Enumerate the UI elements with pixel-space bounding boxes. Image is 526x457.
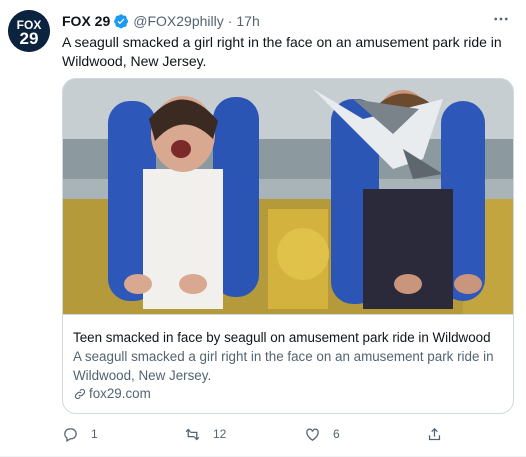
- tweet-header: FOX 29 @FOX29philly · 17h: [62, 12, 260, 30]
- card-description: A seagull smacked a girl right in the fa…: [73, 349, 494, 383]
- more-icon[interactable]: [490, 8, 512, 30]
- tweet-text: A seagull smacked a girl right in the fa…: [62, 34, 502, 69]
- card-domain[interactable]: fox29.com: [73, 386, 151, 401]
- card-domain-text: fox29.com: [89, 386, 151, 401]
- author-handle[interactable]: @FOX29philly: [133, 13, 223, 29]
- reply-icon: [64, 427, 77, 442]
- link-card[interactable]: Teen smacked in face by seagull on amuse…: [62, 78, 514, 414]
- tweet[interactable]: FOX 29 FOX 29 @FOX29philly · 17h A seagu…: [0, 0, 526, 457]
- tweet-actions: 1 12 6: [62, 423, 452, 445]
- share-button[interactable]: [426, 423, 455, 445]
- like-icon: [306, 428, 319, 441]
- verified-icon: [113, 13, 129, 29]
- link-icon: [74, 388, 86, 399]
- svg-text:29: 29: [20, 29, 39, 48]
- separator-dot: ·: [227, 13, 233, 29]
- card-image[interactable]: [63, 79, 513, 315]
- retweet-count: 12: [213, 427, 227, 441]
- fox29-logo: FOX 29: [8, 10, 50, 52]
- like-button[interactable]: 6: [304, 423, 340, 445]
- tweet-timestamp[interactable]: 17h: [236, 13, 259, 29]
- share-icon: [428, 427, 441, 440]
- retweet-icon: [185, 428, 200, 440]
- avatar[interactable]: FOX 29: [8, 10, 50, 52]
- like-count: 6: [333, 427, 340, 441]
- card-title[interactable]: Teen smacked in face by seagull on amuse…: [73, 330, 505, 345]
- author-name[interactable]: FOX 29: [62, 13, 110, 29]
- reply-button[interactable]: 1: [62, 423, 98, 445]
- reply-count: 1: [91, 427, 98, 441]
- retweet-button[interactable]: 12: [184, 423, 226, 445]
